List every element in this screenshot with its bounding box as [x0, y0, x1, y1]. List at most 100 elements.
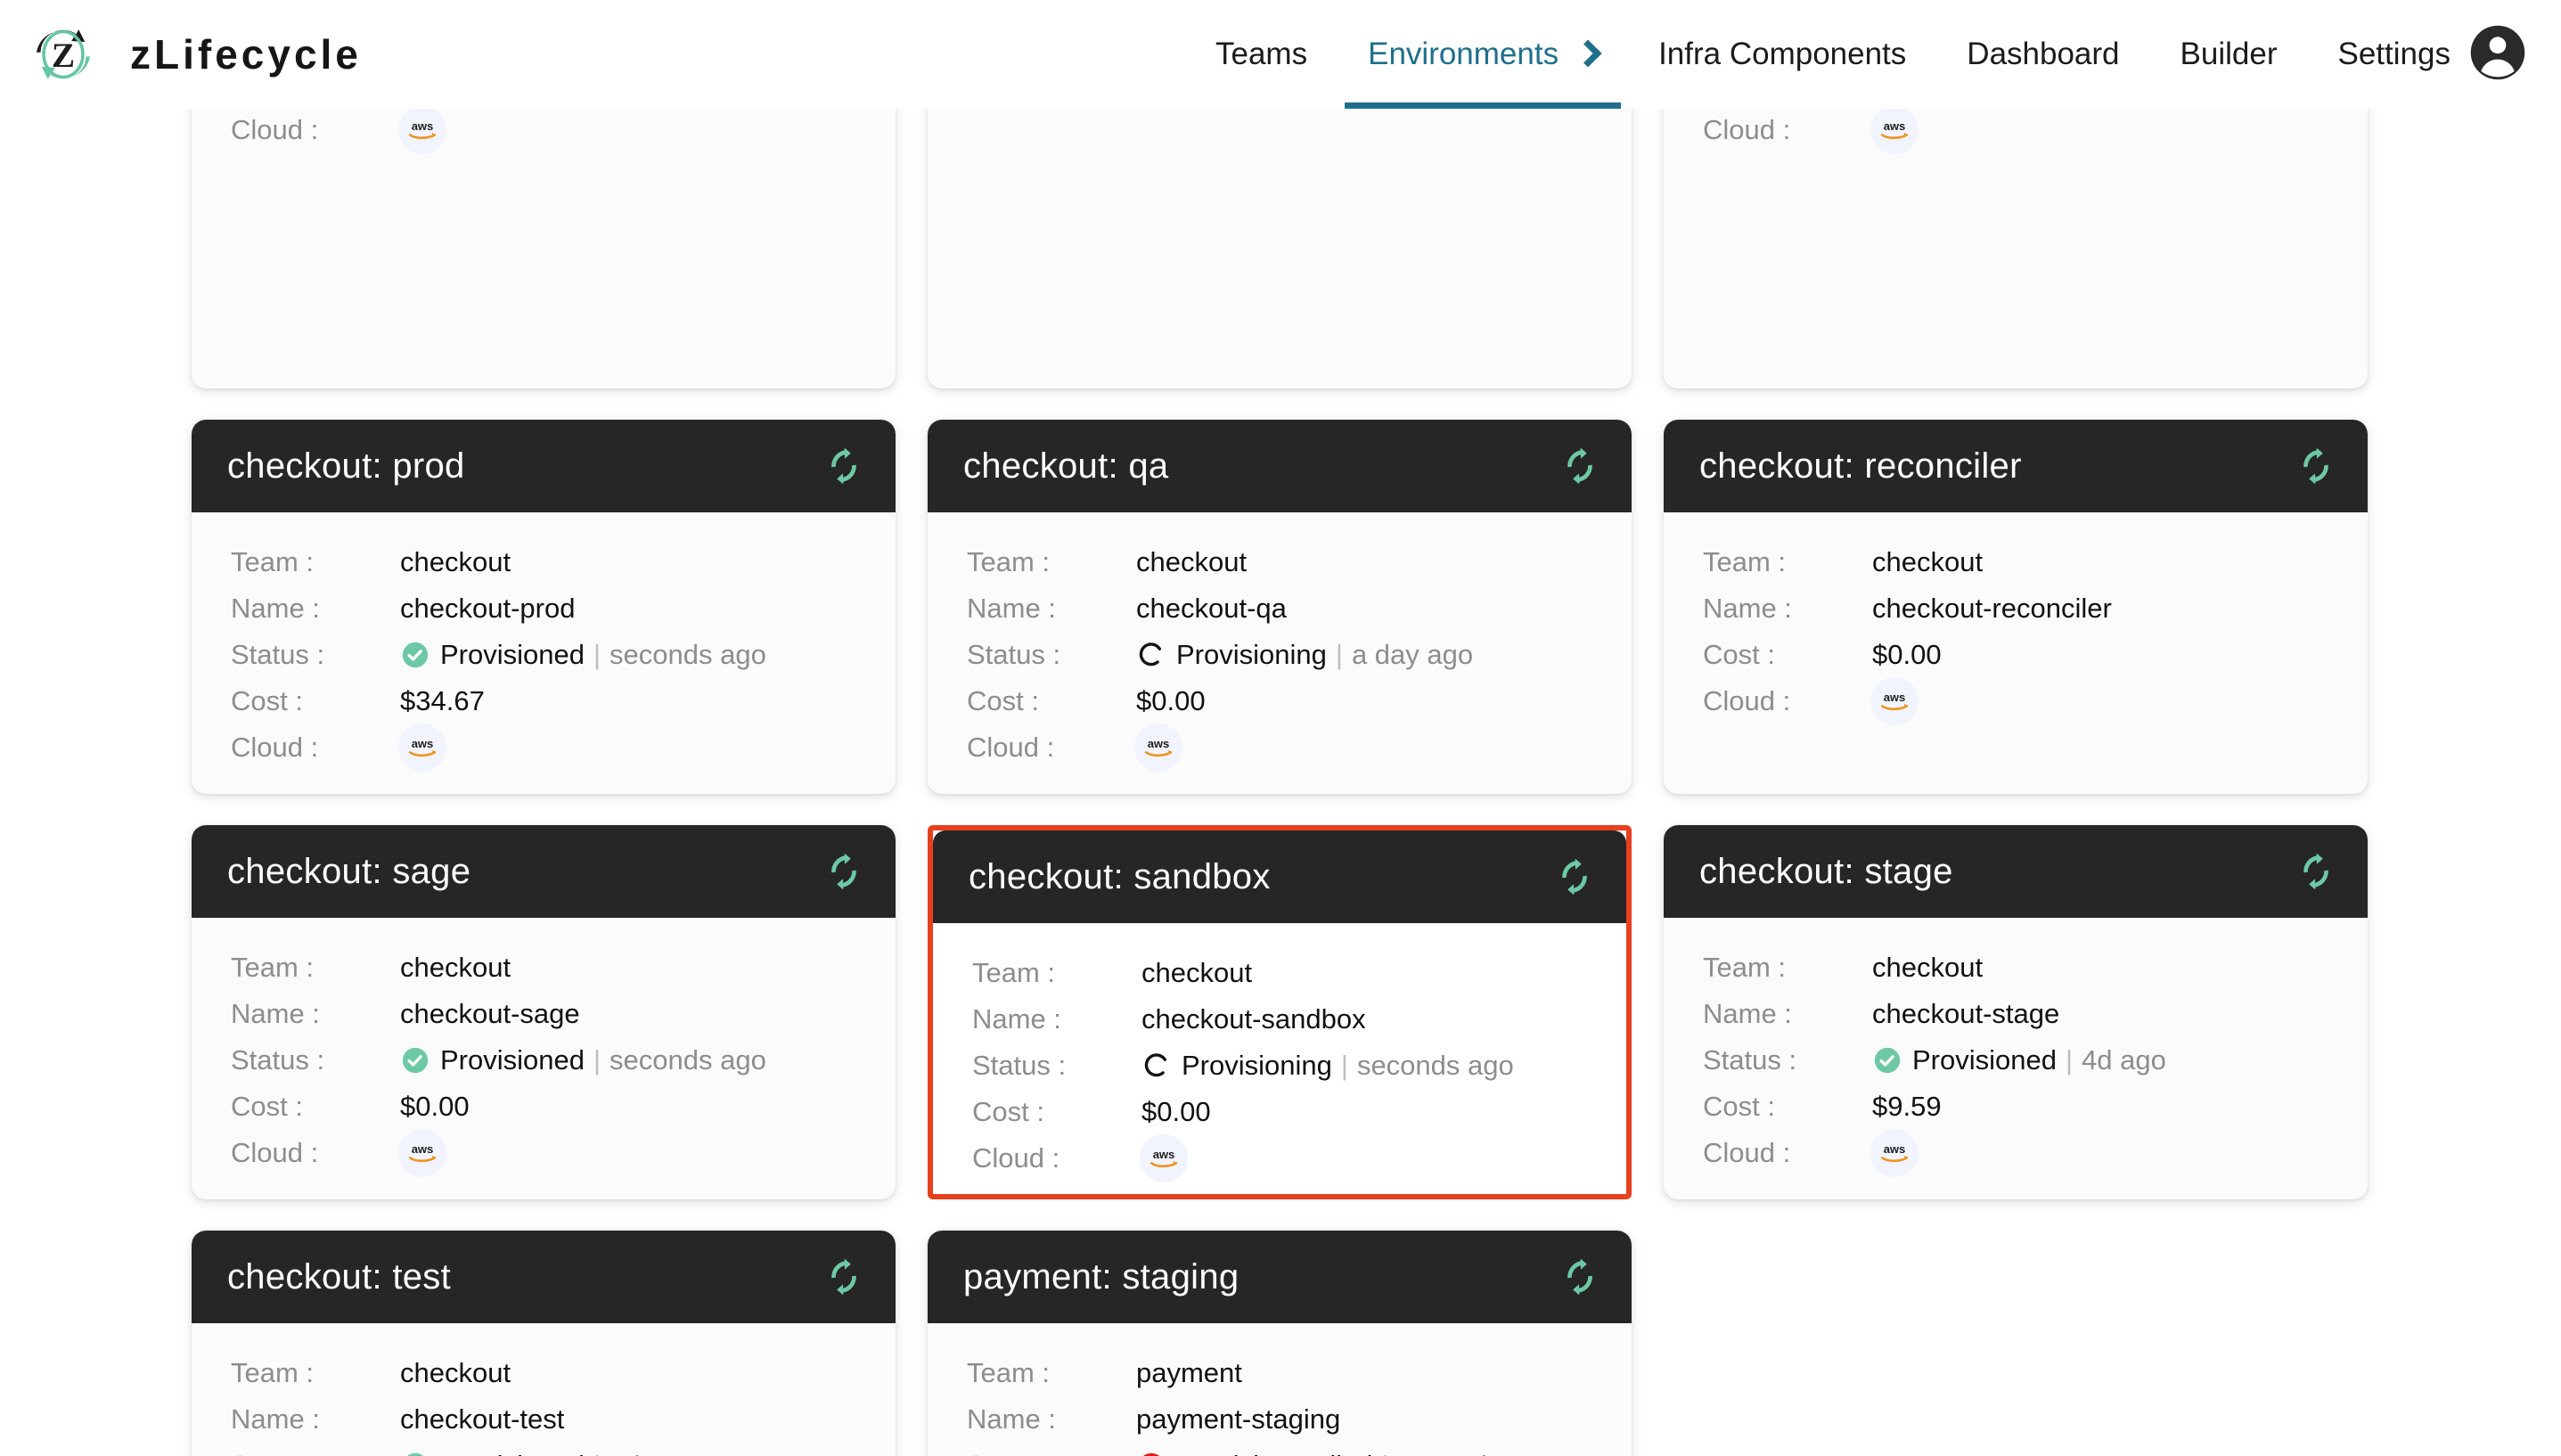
nav-item-settings[interactable]: Settings [2307, 0, 2480, 109]
sync-icon[interactable] [2295, 850, 2337, 893]
cost-row: Cost : $0.00 [231, 1084, 896, 1130]
status-value: Provisioned | 5d ago [400, 1450, 694, 1456]
environment-card[interactable]: payment: staging Team : payment Name : p… [928, 1231, 1632, 1456]
aws-logo-icon: aws [1870, 1129, 1919, 1177]
status-row: Status : Provisioned | 4d ago [1703, 1037, 2368, 1084]
sync-icon[interactable] [1553, 855, 1596, 898]
team-label: Team : [967, 1357, 1051, 1388]
nav-item-builder[interactable]: Builder [2150, 0, 2308, 109]
status-label: Provisioned [440, 1044, 585, 1076]
status-label: Provisioned [1912, 1044, 2057, 1076]
environment-name: checkout-sage [400, 998, 580, 1029]
cost-value: $9.59 [1872, 1091, 1942, 1123]
aws-logo-icon: aws [398, 1129, 446, 1177]
team-name: checkout [1872, 952, 1984, 983]
team-name: payment [1136, 1357, 1242, 1388]
name-row: Name : checkout-reconciler [1703, 585, 2368, 632]
status-label: Status : [967, 1450, 1136, 1456]
status-separator: | [2065, 1044, 2074, 1076]
sync-icon[interactable] [1559, 445, 1601, 487]
name-row: Name : checkout-stage [1703, 991, 2368, 1037]
environment-card[interactable]: checkout: sage Team : checkout Name : ch… [192, 825, 896, 1199]
aws-logo-icon: aws [1134, 724, 1182, 772]
environment-card[interactable]: Status : Destroyed|a day ago Cost : $0.0… [192, 109, 896, 389]
brand[interactable]: Z zLifecycle [0, 21, 362, 87]
name-value: checkout-test [400, 1403, 564, 1436]
nav-label-environments: Environments [1368, 37, 1559, 71]
nav-label-teams: Teams [1215, 37, 1308, 71]
team-name: checkout [1136, 546, 1248, 577]
sync-icon[interactable] [1559, 1256, 1601, 1298]
name-row: Name : checkout-sandbox [972, 996, 1626, 1043]
status-label: Status : [231, 1044, 325, 1076]
cost-amount: $9.59 [1872, 1091, 1942, 1122]
sync-icon[interactable] [822, 1256, 865, 1298]
environment-card[interactable]: checkout: stage Team : checkout Name : c… [1664, 825, 2368, 1199]
top-navigation-bar: Z zLifecycle Teams Environments Infra Co… [0, 0, 2561, 109]
environments-board: Status : Destroyed|a day ago Cost : $0.0… [0, 109, 2561, 1456]
environment-name: payment-staging [1136, 1403, 1341, 1435]
cloud-row: Cloud : aws [967, 724, 1632, 772]
team-value: checkout [1872, 546, 1983, 578]
team-row: Team : checkout [967, 539, 1632, 585]
status-timestamp: seconds ago [1398, 1450, 1555, 1456]
card-header: checkout: qa [928, 420, 1632, 512]
status-label: Provisioned [440, 639, 585, 670]
team-row: Team : checkout [1703, 945, 2368, 991]
nav-item-infra-components[interactable]: Infra Components [1628, 0, 1936, 109]
team-value: checkout [1136, 546, 1247, 578]
environment-card[interactable]: Status : Provisioning|seconds ago Cost :… [1664, 109, 2368, 389]
svg-text:aws: aws [1884, 691, 1906, 704]
card-header: checkout: test [192, 1231, 896, 1323]
svg-text:aws: aws [412, 1142, 434, 1156]
cost-amount: $0.00 [1136, 685, 1206, 716]
status-label: Status : [967, 639, 1061, 670]
nav-item-environments[interactable]: Environments [1338, 0, 1628, 109]
card-body: Team : payment Name : payment-staging St… [928, 1323, 1632, 1456]
cost-label: Cost : [1703, 1091, 1775, 1122]
environment-card[interactable]: checkout: sandbox Team : checkout Name :… [928, 825, 1632, 1199]
svg-text:aws: aws [1153, 1148, 1175, 1161]
environment-card[interactable]: checkout: test Team : checkout Name : ch… [192, 1231, 896, 1456]
card-header: checkout: sandbox [933, 830, 1626, 923]
card-title: payment: staging [963, 1256, 1240, 1296]
sync-icon[interactable] [822, 445, 865, 487]
status-value: Provisioned | seconds ago [400, 1044, 766, 1076]
name-label: Name : [231, 593, 320, 624]
cloud-row: Cloud : aws [231, 109, 896, 154]
environment-card[interactable]: checkout: reconciler Team : checkout Nam… [1664, 420, 2368, 794]
card-body: Status : Destroyed|a day ago Cost : $0.0… [192, 109, 896, 154]
cloud-label: Cloud : [231, 1137, 319, 1168]
nav-label-settings: Settings [2337, 37, 2451, 71]
cost-label: Cost : [972, 1096, 1044, 1127]
cost-value: $0.00 [400, 1091, 470, 1123]
nav-label-dashboard: Dashboard [1967, 37, 2120, 71]
sync-icon[interactable] [2295, 445, 2337, 487]
name-value: checkout-reconciler [1872, 593, 2112, 625]
team-value: checkout [400, 546, 511, 578]
status-value: Provisioning | seconds ago [1141, 1050, 1514, 1082]
environment-card[interactable]: checkout: prod Team : checkout Name : ch… [192, 420, 896, 794]
account-circle-icon[interactable] [2468, 23, 2527, 82]
environment-card[interactable]: checkout: qa Team : checkout Name : chec… [928, 420, 1632, 794]
cost-amount: $34.67 [400, 685, 485, 716]
environment-name: checkout-test [400, 1403, 565, 1435]
name-label: Name : [231, 998, 320, 1029]
name-value: checkout-stage [1872, 998, 2059, 1030]
status-label: Provisioned [440, 1450, 585, 1456]
status-label: Provisioning [1176, 639, 1327, 670]
card-body: Team : checkout Name : checkout-reconcil… [1664, 512, 2368, 725]
card-title: checkout: sage [227, 851, 471, 891]
cost-row: Cost : $0.00 [967, 678, 1632, 724]
status-row: Status : Provision Failed | seconds ago [967, 1443, 1632, 1456]
sync-icon[interactable] [822, 850, 865, 893]
nav-item-teams[interactable]: Teams [1185, 0, 1338, 109]
environment-card[interactable]: Cost : $36.50 Cloud : aws [928, 109, 1632, 389]
card-body: Team : checkout Name : checkout-stage St… [1664, 918, 2368, 1177]
nav-item-dashboard[interactable]: Dashboard [1936, 0, 2149, 109]
svg-text:aws: aws [412, 737, 434, 750]
cloud-row: Cloud : aws [1703, 677, 2368, 725]
team-label: Team : [972, 957, 1056, 988]
name-value: checkout-sage [400, 998, 580, 1030]
card-header: checkout: sage [192, 825, 896, 918]
